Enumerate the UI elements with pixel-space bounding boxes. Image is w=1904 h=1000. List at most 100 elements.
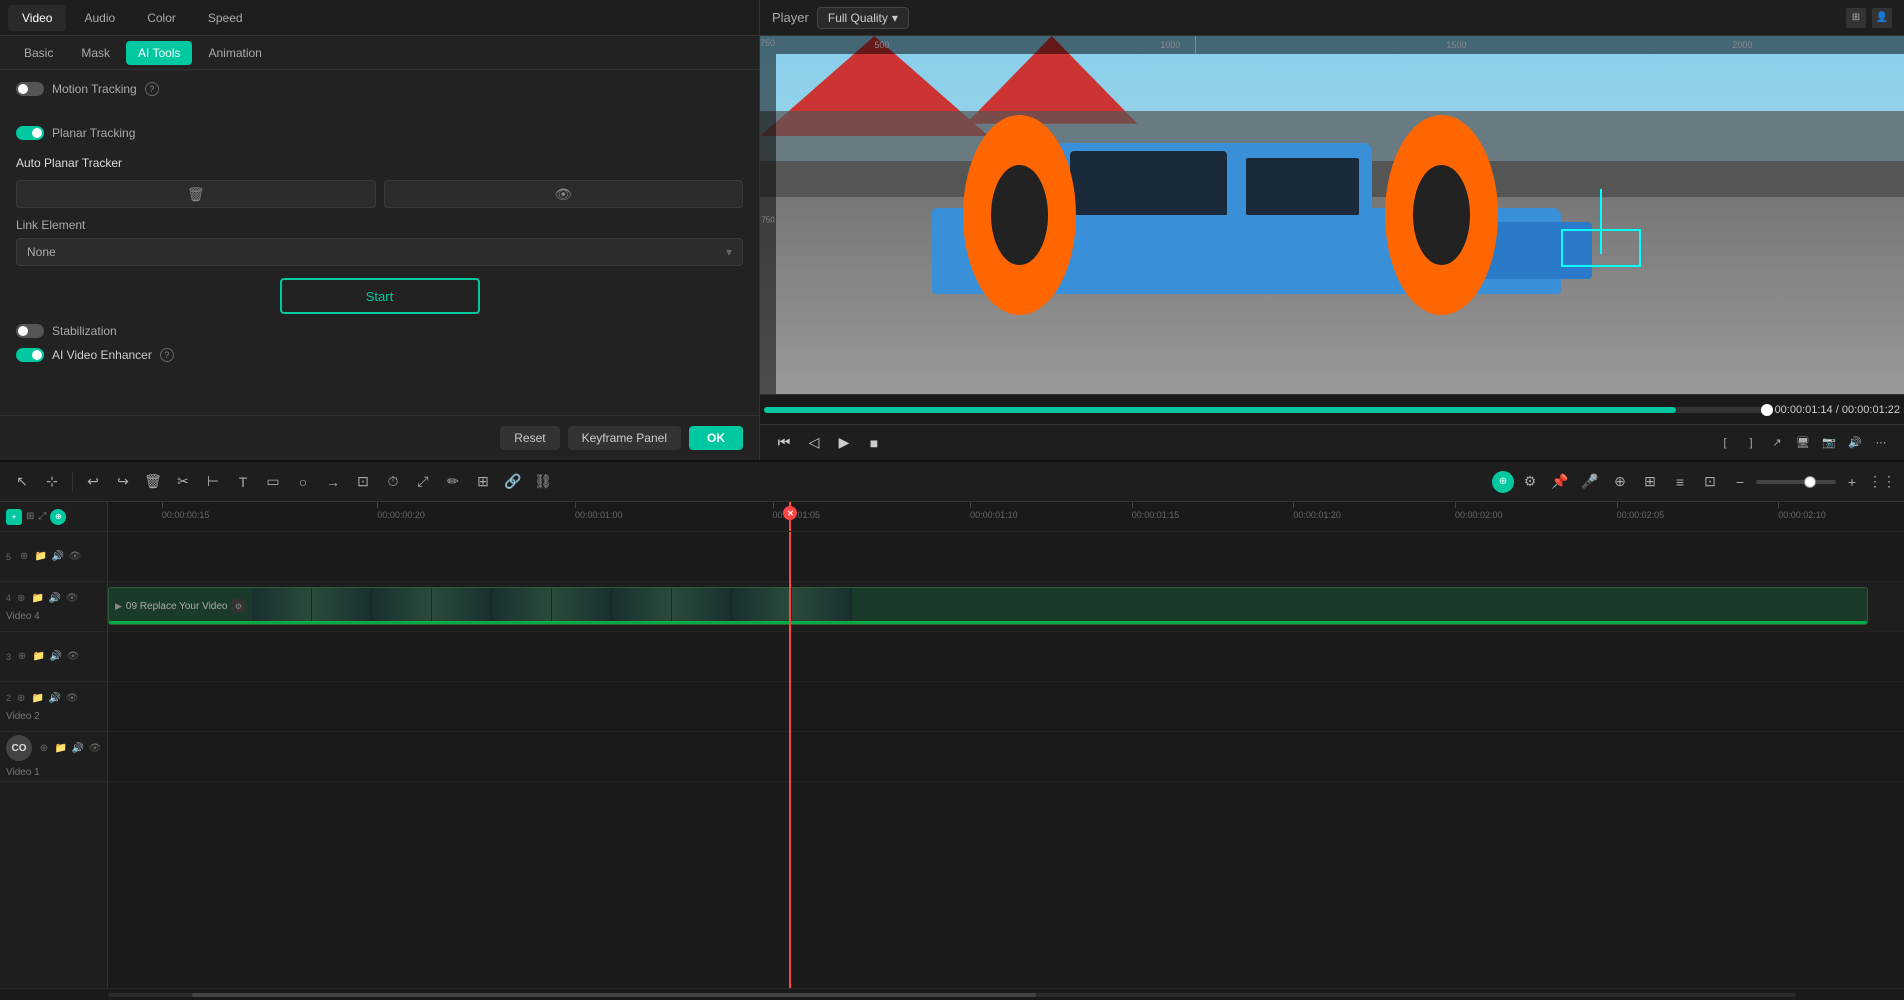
subtitle2-btn[interactable]: ⊡ (1696, 468, 1724, 496)
pin-btn[interactable]: 📌 (1546, 468, 1574, 496)
motion-tracking-help-icon[interactable]: ? (145, 82, 159, 96)
rect-tool[interactable]: ▭ (259, 468, 287, 496)
track-4-add[interactable]: ⊕ (14, 591, 28, 605)
keyframe-panel-button[interactable]: Keyframe Panel (568, 426, 681, 450)
track-5-eye[interactable]: 👁 (68, 550, 82, 564)
track-3-add[interactable]: ⊕ (15, 650, 29, 664)
text-tool[interactable]: T (229, 468, 257, 496)
track-1-folder[interactable]: 📁 (54, 741, 68, 755)
minus-btn[interactable]: − (1726, 468, 1754, 496)
camera-icon[interactable]: 📷 (1818, 432, 1840, 454)
track-3-eye[interactable]: 👁 (66, 650, 80, 664)
tab-speed[interactable]: Speed (194, 5, 257, 31)
clip-settings-icon[interactable]: ⚙ (232, 599, 246, 613)
volume-icon[interactable]: 🔊 (1844, 432, 1866, 454)
ruler-label-6: 00:00:01:15 (1132, 510, 1180, 520)
import-btn[interactable]: ⊕ (1606, 468, 1634, 496)
ai-enhancer-toggle[interactable] (16, 348, 44, 362)
tab-color[interactable]: Color (133, 5, 190, 31)
arrow-tool[interactable]: → (319, 468, 347, 496)
plus-btn[interactable]: + (1838, 468, 1866, 496)
track-options-icon[interactable]: ⊞ (26, 511, 34, 522)
link-tool[interactable]: 🔗 (499, 468, 527, 496)
track-2-add[interactable]: ⊕ (14, 691, 28, 705)
delete-btn[interactable]: 🗑 (139, 468, 167, 496)
progress-thumb[interactable] (1761, 404, 1773, 416)
track-1-eye[interactable]: 👁 (88, 741, 102, 755)
tab-video[interactable]: Video (8, 5, 66, 31)
ai-enhancer-help-icon[interactable]: ? (160, 348, 174, 362)
settings-btn[interactable]: ⚙ (1516, 468, 1544, 496)
select-tool[interactable]: ⊹ (38, 468, 66, 496)
track-4-eye[interactable]: 👁 (65, 591, 79, 605)
green-circle-btn[interactable]: ⊕ (1492, 471, 1514, 493)
adjust-tool[interactable]: ⊞ (469, 468, 497, 496)
undo-btn[interactable]: ↩ (79, 468, 107, 496)
bracket-right-icon[interactable]: ] (1740, 432, 1762, 454)
subtab-basic[interactable]: Basic (12, 41, 65, 65)
add-track-icon[interactable]: + (6, 509, 22, 525)
planar-tracking-toggle[interactable] (16, 126, 44, 140)
monitor-icon[interactable]: 🖥 (1792, 432, 1814, 454)
track-4-folder[interactable]: 📁 (31, 591, 45, 605)
timeline-scrollbar[interactable] (0, 988, 1904, 1000)
co-badge[interactable]: CO (6, 735, 32, 761)
crop-tool[interactable]: ⊡ (349, 468, 377, 496)
timeline-snap-icon[interactable]: ⊕ (50, 509, 66, 525)
track-3-folder[interactable]: 📁 (32, 650, 46, 664)
ruler-label-1: 00:00:00:15 (162, 510, 210, 520)
subtab-mask[interactable]: Mask (69, 41, 122, 65)
track-4-volume[interactable]: 🔊 (48, 591, 62, 605)
quality-select[interactable]: Full Quality ▾ (817, 7, 909, 29)
circle-tool[interactable]: ○ (289, 468, 317, 496)
track-2-eye[interactable]: 👁 (65, 691, 79, 705)
quality-value: Full Quality (828, 11, 888, 25)
play-button[interactable]: ▶ (832, 431, 856, 455)
start-button[interactable]: Start (280, 278, 480, 314)
unlink-tool[interactable]: ⛓ (529, 468, 557, 496)
ok-button[interactable]: OK (689, 426, 743, 450)
subtitle-btn[interactable]: ≡ (1666, 468, 1694, 496)
subtab-ai-tools[interactable]: AI Tools (126, 41, 192, 65)
tab-audio[interactable]: Audio (70, 5, 129, 31)
mic-btn[interactable]: 🎤 (1576, 468, 1604, 496)
more-icon[interactable]: ⋯ (1870, 432, 1892, 454)
pen-tool[interactable]: ✏ (439, 468, 467, 496)
tracker-delete-bar[interactable]: 🗑 (16, 180, 376, 208)
step-back-button[interactable]: ⏮ (772, 431, 796, 455)
progress-track[interactable] (764, 407, 1767, 413)
bracket-left-icon[interactable]: [ (1714, 432, 1736, 454)
track-4-row[interactable]: ▶ 09 Replace Your Video ⚙ (108, 582, 1904, 632)
player-icon-grid[interactable]: ⊞ (1846, 8, 1866, 28)
track-4-label: 4 ⊕ 📁 🔊 👁 Video 4 (0, 582, 107, 632)
track-5-add[interactable]: ⊕ (17, 550, 31, 564)
subtab-animation[interactable]: Animation (196, 41, 273, 65)
zoom-slider[interactable] (1756, 480, 1836, 484)
motion-tracking-toggle[interactable] (16, 82, 44, 96)
more-options-btn[interactable]: ⋮⋮ (1868, 468, 1896, 496)
track-2-volume[interactable]: 🔊 (48, 691, 62, 705)
track-2-folder[interactable]: 📁 (31, 691, 45, 705)
track-1-add[interactable]: ⊕ (37, 741, 51, 755)
tracker-eye-bar[interactable]: 👁 (384, 180, 744, 208)
video-clip-4[interactable]: ▶ 09 Replace Your Video ⚙ (108, 587, 1868, 625)
cursor-tool[interactable]: ↖ (8, 468, 36, 496)
track-5-folder[interactable]: 📁 (34, 550, 48, 564)
expand-tool[interactable]: ⤢ (409, 468, 437, 496)
send-to-icon[interactable]: ↗ (1766, 432, 1788, 454)
timer-tool[interactable]: ⏱ (379, 468, 407, 496)
export-btn[interactable]: ⊞ (1636, 468, 1664, 496)
cut-btn[interactable]: ✂ (169, 468, 197, 496)
link-element-select[interactable]: None ▾ (16, 238, 743, 266)
stop-button[interactable]: ■ (862, 431, 886, 455)
split-icon[interactable]: ⊢ (199, 468, 227, 496)
reset-button[interactable]: Reset (500, 426, 559, 450)
track-1-volume[interactable]: 🔊 (71, 741, 85, 755)
player-icon-person[interactable]: 👤 (1872, 8, 1892, 28)
track-expand-icon[interactable]: ⤢ (38, 511, 46, 522)
track-5-volume[interactable]: 🔊 (51, 550, 65, 564)
track-3-volume[interactable]: 🔊 (49, 650, 63, 664)
frame-back-button[interactable]: ◁ (802, 431, 826, 455)
stabilization-toggle[interactable] (16, 324, 44, 338)
redo-btn[interactable]: ↪ (109, 468, 137, 496)
